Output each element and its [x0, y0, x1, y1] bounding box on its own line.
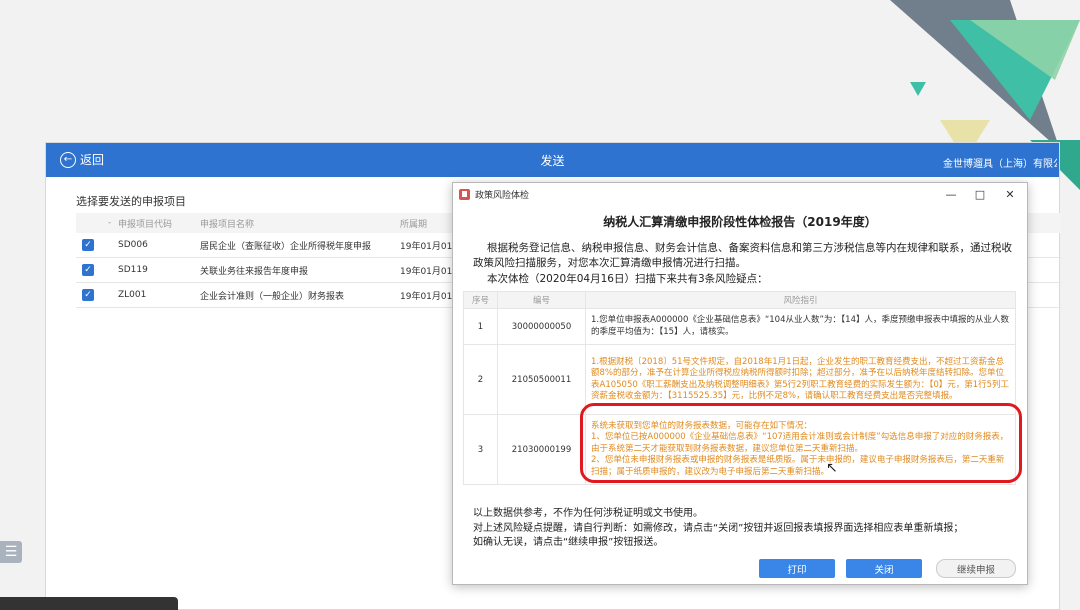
- cell-code: ZL001: [118, 290, 147, 300]
- maximize-icon[interactable]: □: [972, 186, 988, 202]
- policy-risk-dialog: 政策风险体检 — □ ✕ 纳税人汇算清缴申报阶段性体检报告（2019年度） 根据…: [452, 182, 1028, 585]
- menu-icon[interactable]: ☰: [0, 541, 22, 563]
- row-checkbox[interactable]: ✓: [82, 264, 94, 276]
- mouse-cursor-icon: ↖: [826, 460, 838, 476]
- column-header-guidance: 风险指引: [585, 291, 1016, 309]
- risk-number: 30000000050: [497, 308, 586, 345]
- risk-seq: 3: [463, 414, 498, 485]
- risk-seq: 2: [463, 344, 498, 415]
- cell-name: 企业会计准则（一般企业）财务报表: [200, 291, 345, 302]
- column-header-number: 编号: [497, 291, 586, 309]
- report-notes: 以上数据供参考，不作为任何涉税证明或文书使用。 对上述风险疑点提醒，请自行判断：…: [473, 507, 1013, 551]
- report-intro: 根据税务登记信息、纳税申报信息、财务会计信息、备案资料信息和第三方涉税信息等内在…: [473, 242, 1012, 269]
- risk-number: 21030000199: [497, 414, 586, 485]
- dialog-titlebar: 政策风险体检 — □ ✕: [453, 183, 1027, 205]
- column-header-seq: 序号: [463, 291, 498, 309]
- app-header: ← 返回 发送 金世博遛具（上海）有限公司: [46, 143, 1059, 177]
- select-all-placeholder: -: [108, 218, 112, 228]
- page-title: 发送: [540, 154, 565, 168]
- column-header-code: 申报项目代码: [118, 219, 173, 230]
- row-checkbox[interactable]: ✓: [82, 239, 94, 251]
- row-checkbox[interactable]: ✓: [82, 289, 94, 301]
- cell-code: SD119: [118, 265, 148, 275]
- company-name: 金世博遛具（上海）有限公司: [943, 159, 1057, 170]
- cell-code: SD006: [118, 240, 148, 250]
- risk-number: 21050500011: [497, 344, 586, 415]
- close-icon[interactable]: ✕: [1002, 186, 1018, 202]
- report-title: 纳税人汇算清缴申报阶段性体检报告（2019年度）: [603, 215, 877, 229]
- report-summary: 本次体检（2020年04月16日）扫描下来共有3条风险疑点：: [487, 273, 768, 285]
- dialog-window-title: 政策风险体检: [475, 190, 530, 201]
- app-icon: [459, 188, 470, 200]
- red-highlight-annotation: [580, 403, 1022, 483]
- risk-guidance: 1.您单位申报表A000000《企业基础信息表》“104从业人数”为：【14】人…: [585, 308, 1016, 345]
- cell-name: 居民企业（查账征收）企业所得税年度申报: [200, 241, 372, 252]
- note-line: 以上数据供参考，不作为任何涉税证明或文书使用。: [473, 508, 703, 519]
- risk-seq: 1: [463, 308, 498, 345]
- cell-name: 关联业务往来报告年度申报: [200, 266, 309, 277]
- note-line: 对上述风险疑点提醒，请自行判断：如需修改，请点击“关闭”按钮并返回报表填报界面选…: [473, 522, 964, 534]
- note-line: 如确认无误，请点击“继续申报”按钮报送。: [473, 537, 664, 548]
- risk-row: 1 30000000050 1.您单位申报表A000000《企业基础信息表》“1…: [463, 308, 1016, 345]
- taskbar-strip: [0, 597, 178, 610]
- minimize-icon[interactable]: —: [943, 186, 959, 202]
- section-label: 选择要发送的申报项目: [76, 195, 186, 208]
- print-button[interactable]: 打印: [759, 559, 835, 578]
- column-header-name: 申报项目名称: [200, 219, 255, 230]
- close-button[interactable]: 关闭: [846, 559, 922, 578]
- continue-declaration-button[interactable]: 继续申报: [936, 559, 1016, 578]
